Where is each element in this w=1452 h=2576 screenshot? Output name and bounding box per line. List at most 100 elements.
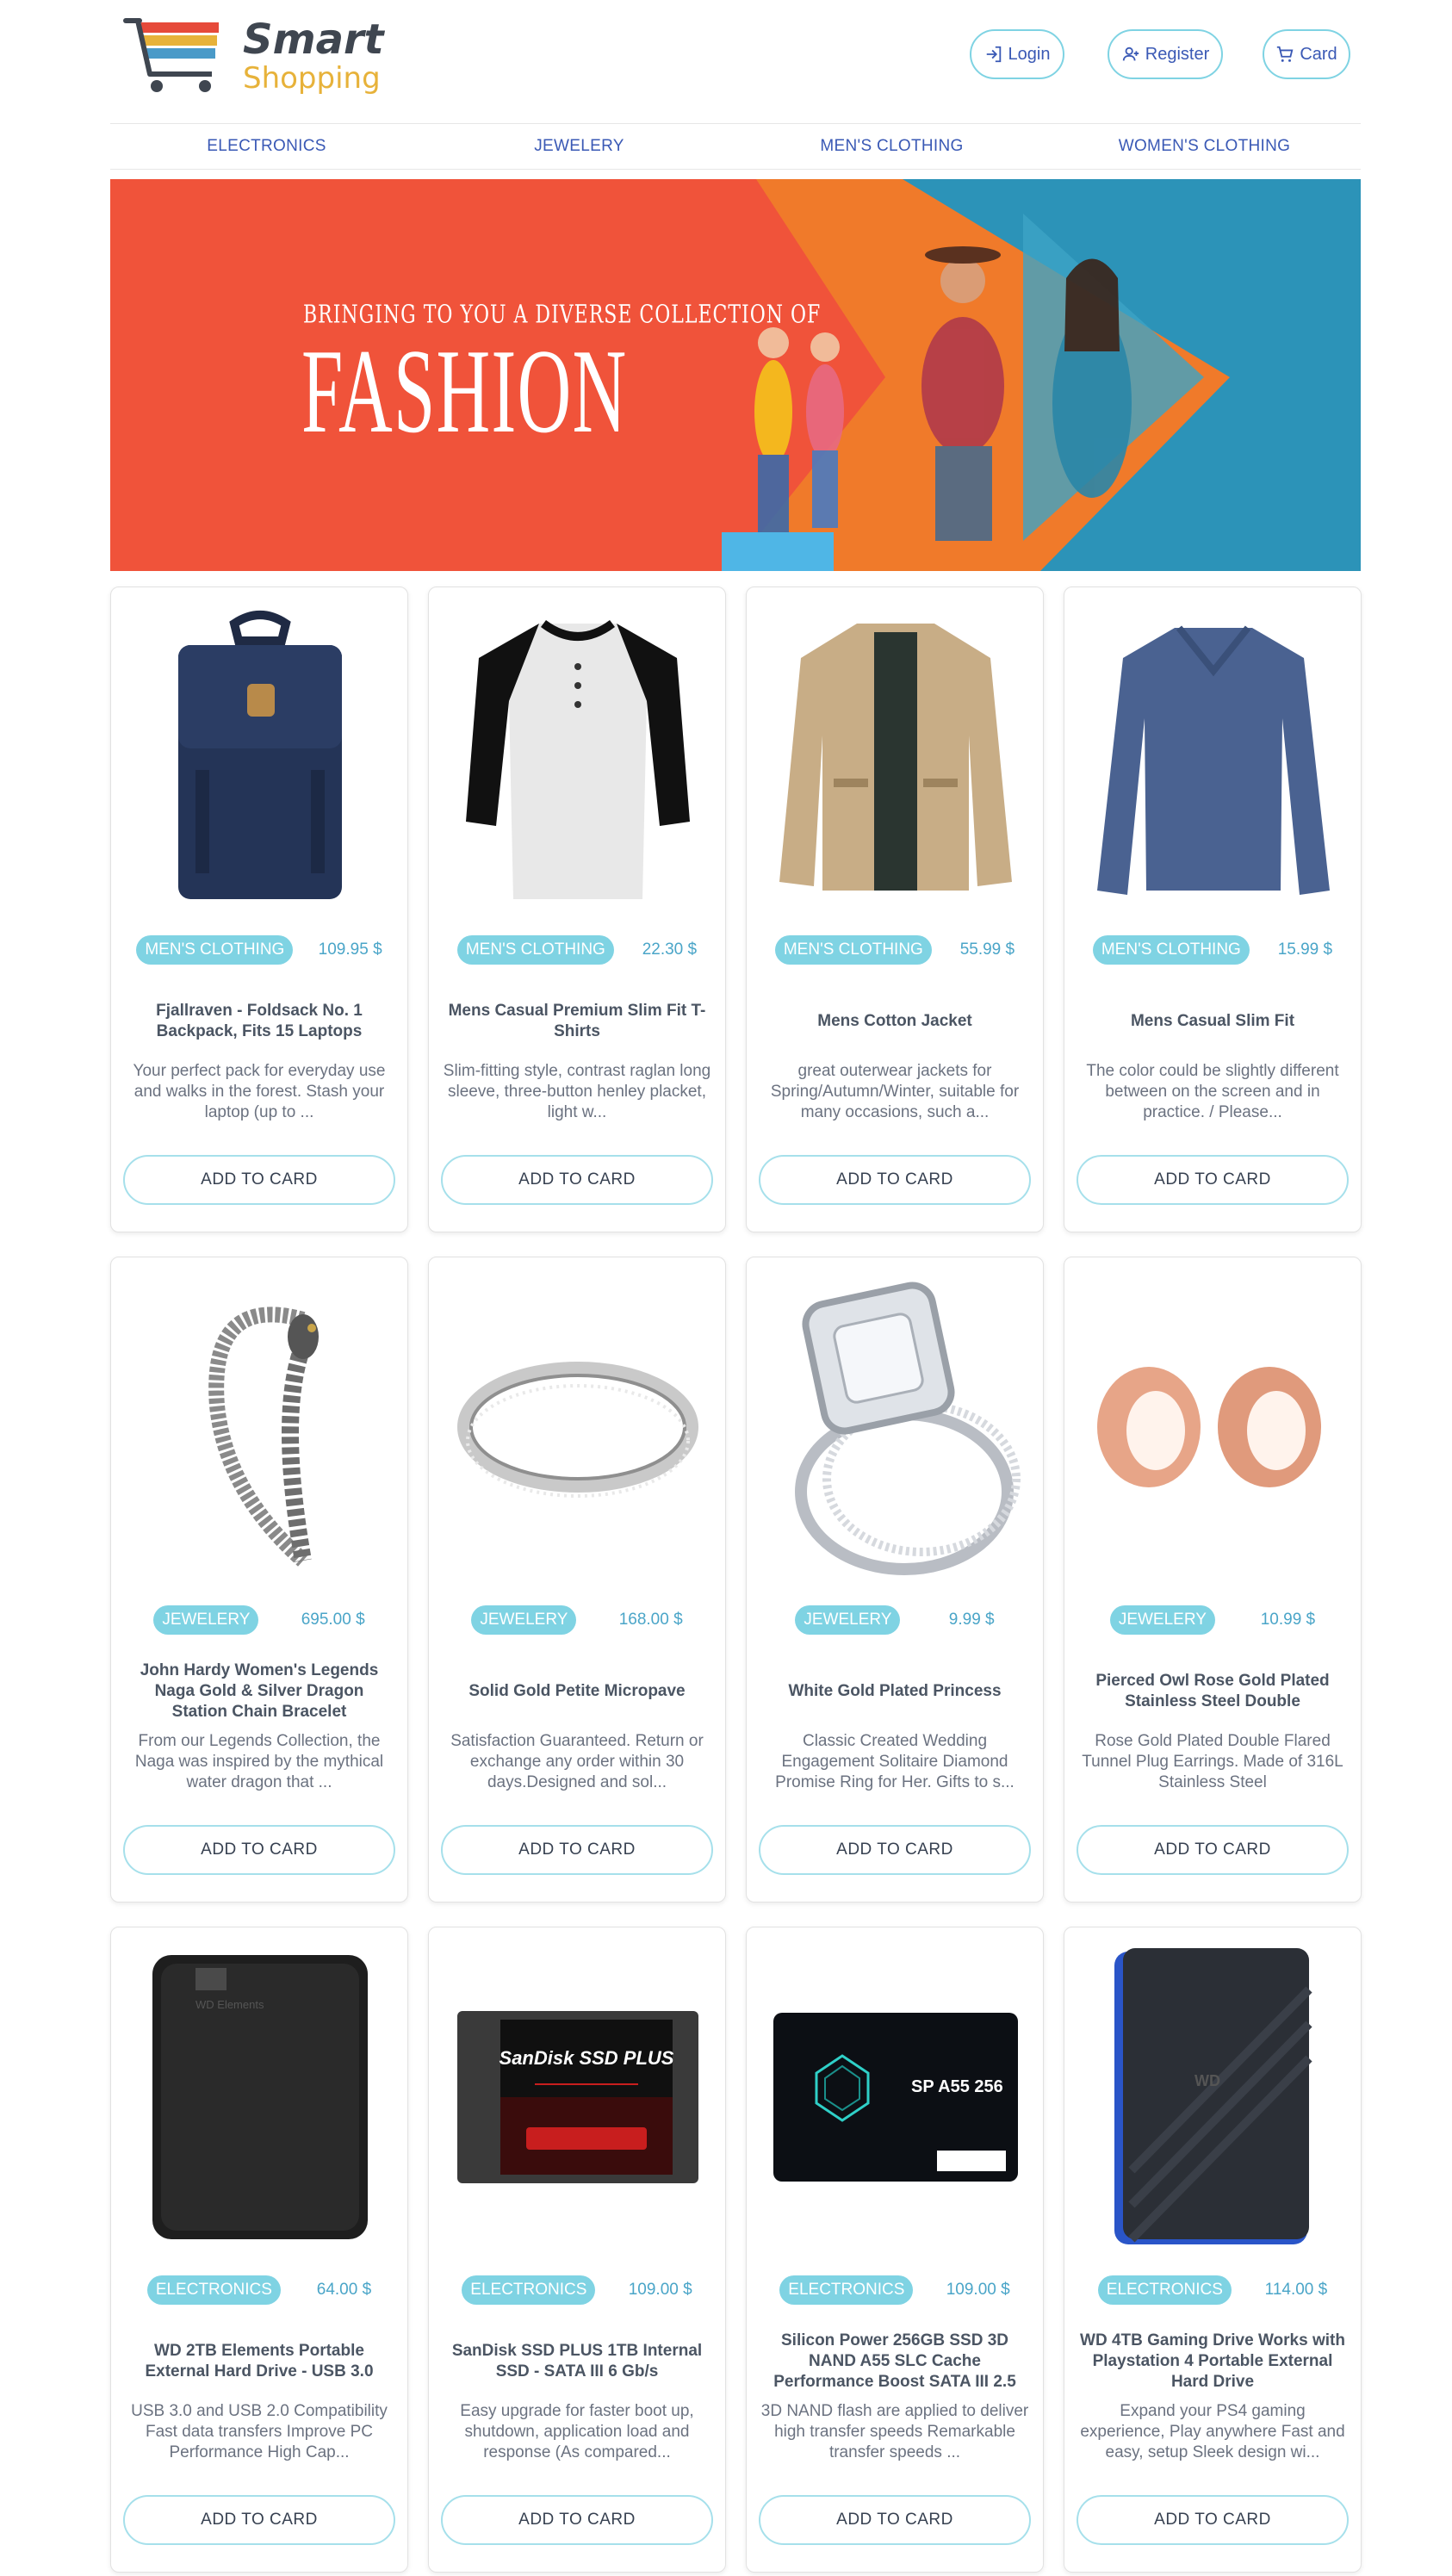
product-card[interactable]: WD ELECTRONICS 114.00 $ WD 4TB Gaming Dri… [1064,1927,1362,2573]
nav-item-womens-clothing[interactable]: WOMEN'S CLOTHING [1048,137,1361,156]
category-badge: JEWELERY [1109,1605,1215,1635]
plug-earrings-image[interactable] [1082,1276,1345,1578]
product-card[interactable]: JEWELERY 10.99 $ Pierced Owl Rose Gold Pl… [1064,1257,1362,1903]
price: 64.00 $ [316,2281,372,2299]
ring-image[interactable] [446,1276,710,1578]
add-to-card-button[interactable]: ADD TO CARD [1077,1825,1349,1875]
product-card[interactable]: SP A55 256 ELECTRONICS 109.00 $ Silicon P… [746,1927,1044,2573]
header: Smart Shopping Login Register Card [110,0,1361,117]
category-badge: MEN'S CLOTHING [774,935,932,965]
price: 168.00 $ [618,1611,683,1629]
product-description: Rose Gold Plated Double Flared Tunnel Pl… [1082,1732,1343,1791]
product-title[interactable]: Solid Gold Petite Micropave [444,1660,710,1723]
product-description: Slim-fitting style, contrast raglan long… [443,1062,711,1121]
add-to-card-button[interactable]: ADD TO CARD [759,1825,1031,1875]
category-nav: ELECTRONICS JEWELERY MEN'S CLOTHING WOME… [110,123,1361,170]
price: 114.00 $ [1264,2281,1328,2299]
price: 9.99 $ [948,1611,995,1629]
product-card[interactable]: WD Elements ELECTRONICS 64.00 $ WD 2TB El… [110,1927,408,2573]
category-badge: JEWELERY [471,1605,577,1635]
product-title[interactable]: Mens Casual Slim Fit [1080,990,1345,1052]
product-card[interactable]: JEWELERY 695.00 $ John Hardy Women's Lege… [110,1257,408,1903]
product-card[interactable]: JEWELERY 168.00 $ Solid Gold Petite Micro… [428,1257,726,1903]
add-to-card-button[interactable]: ADD TO CARD [759,1155,1031,1205]
add-to-card-button[interactable]: ADD TO CARD [123,1825,395,1875]
drive-label: WD Elements [195,1998,264,2011]
card-label: Card [1300,44,1337,64]
longsleeve-image[interactable] [1082,606,1345,908]
product-card[interactable]: MEN'S CLOTHING 55.99 $ Mens Cotton Jacket… [746,587,1044,1232]
add-to-card-button[interactable]: ADD TO CARD [441,1155,713,1205]
add-user-icon [1122,47,1139,61]
add-to-card-button[interactable]: ADD TO CARD [759,2495,1031,2545]
product-description: Your perfect pack for everyday use and w… [133,1062,386,1121]
register-label: Register [1145,44,1210,64]
category-badge: ELECTRONICS [146,2275,281,2305]
jacket-image[interactable] [764,606,1027,908]
product-title[interactable]: Mens Cotton Jacket [762,990,1027,1052]
card-button[interactable]: Card [1263,29,1350,79]
gaming-drive-image[interactable]: WD [1082,1946,1345,2248]
add-to-card-button[interactable]: ADD TO CARD [441,1825,713,1875]
product-title[interactable]: WD 4TB Gaming Drive Works with Playstati… [1080,2331,1345,2393]
category-badge: MEN'S CLOTHING [136,935,294,965]
product-title[interactable]: Pierced Owl Rose Gold Plated Stainless S… [1080,1660,1345,1723]
price: 109.00 $ [628,2281,692,2299]
product-description: The color could be slightly different be… [1086,1062,1339,1121]
product-title[interactable]: White Gold Plated Princess [762,1660,1027,1723]
product-title[interactable]: Mens Casual Premium Slim Fit T-Shirts [444,990,710,1052]
product-grid: MEN'S CLOTHING 109.95 $ Fjallraven - Fold… [110,587,1362,2573]
category-badge: JEWELERY [795,1605,901,1635]
add-to-card-button[interactable]: ADD TO CARD [123,1155,395,1205]
bracelet-image[interactable] [128,1276,392,1578]
add-to-card-button[interactable]: ADD TO CARD [1077,2495,1349,2545]
page: Smart Shopping Login Register Card ELECT… [0,0,1452,2576]
category-badge: ELECTRONICS [779,2275,914,2305]
hard-drive-image[interactable]: WD Elements [128,1946,392,2248]
product-description: From our Legends Collection, the Naga wa… [134,1732,384,1791]
product-title[interactable]: John Hardy Women's Legends Naga Gold & S… [127,1660,392,1723]
category-badge: ELECTRONICS [462,2275,596,2305]
nav-item-electronics[interactable]: ELECTRONICS [110,137,423,156]
product-description: Expand your PS4 gaming experience, Play … [1080,2402,1345,2461]
cart-logo-icon [123,18,219,92]
product-title[interactable]: Fjallraven - Foldsack No. 1 Backpack, Fi… [127,990,392,1052]
hero-banner[interactable]: BRINGING TO YOU A DIVERSE COLLECTION OF … [110,179,1361,571]
add-to-card-button[interactable]: ADD TO CARD [1077,1155,1349,1205]
add-to-card-button[interactable]: ADD TO CARD [123,2495,395,2545]
price: 109.00 $ [946,2281,1010,2299]
price: 10.99 $ [1260,1611,1316,1629]
login-button[interactable]: Login [970,29,1064,79]
product-card[interactable]: MEN'S CLOTHING 22.30 $ Mens Casual Premiu… [428,587,726,1232]
ssd-image[interactable]: SanDisk SSD PLUS [446,1946,710,2248]
product-card[interactable]: JEWELERY 9.99 $ White Gold Plated Princes… [746,1257,1044,1903]
product-description: Easy upgrade for faster boot up, shutdow… [460,2402,694,2461]
login-icon [986,46,1001,63]
add-to-card-button[interactable]: ADD TO CARD [441,2495,713,2545]
price: 15.99 $ [1277,940,1333,959]
logo[interactable]: Smart Shopping [122,12,398,98]
product-description: Satisfaction Guaranteed. Return or excha… [450,1732,704,1791]
banner-background [110,179,1361,571]
category-badge: ELECTRONICS [1097,2275,1232,2305]
brand-subname: Shopping [243,61,381,96]
backpack-image[interactable] [128,606,392,908]
price: 109.95 $ [318,940,382,959]
category-badge: MEN'S CLOTHING [456,935,614,965]
product-card[interactable]: SanDisk SSD PLUS ELECTRONICS 109.00 $ San… [428,1927,726,2573]
diamond-ring-image[interactable] [764,1276,1027,1578]
drive-label: WD [1194,2072,1220,2089]
register-button[interactable]: Register [1108,29,1223,79]
product-title[interactable]: SanDisk SSD PLUS 1TB Internal SSD - SATA… [444,2331,710,2393]
product-description: Classic Created Wedding Engagement Solit… [775,1732,1015,1791]
product-title[interactable]: Silicon Power 256GB SSD 3D NAND A55 SLC … [762,2331,1027,2393]
product-card[interactable]: MEN'S CLOTHING 109.95 $ Fjallraven - Fold… [110,587,408,1232]
nav-item-jewelery[interactable]: JEWELERY [423,137,735,156]
ssd-image[interactable]: SP A55 256 [764,1946,1027,2248]
product-card[interactable]: MEN'S CLOTHING 15.99 $ Mens Casual Slim F… [1064,587,1362,1232]
nav-item-mens-clothing[interactable]: MEN'S CLOTHING [735,137,1048,156]
product-description: great outerwear jackets for Spring/Autum… [770,1062,1020,1121]
tshirt-image[interactable] [446,606,710,908]
product-title[interactable]: WD 2TB Elements Portable External Hard D… [127,2331,392,2393]
product-description: 3D NAND flash are applied to deliver hig… [760,2402,1029,2461]
